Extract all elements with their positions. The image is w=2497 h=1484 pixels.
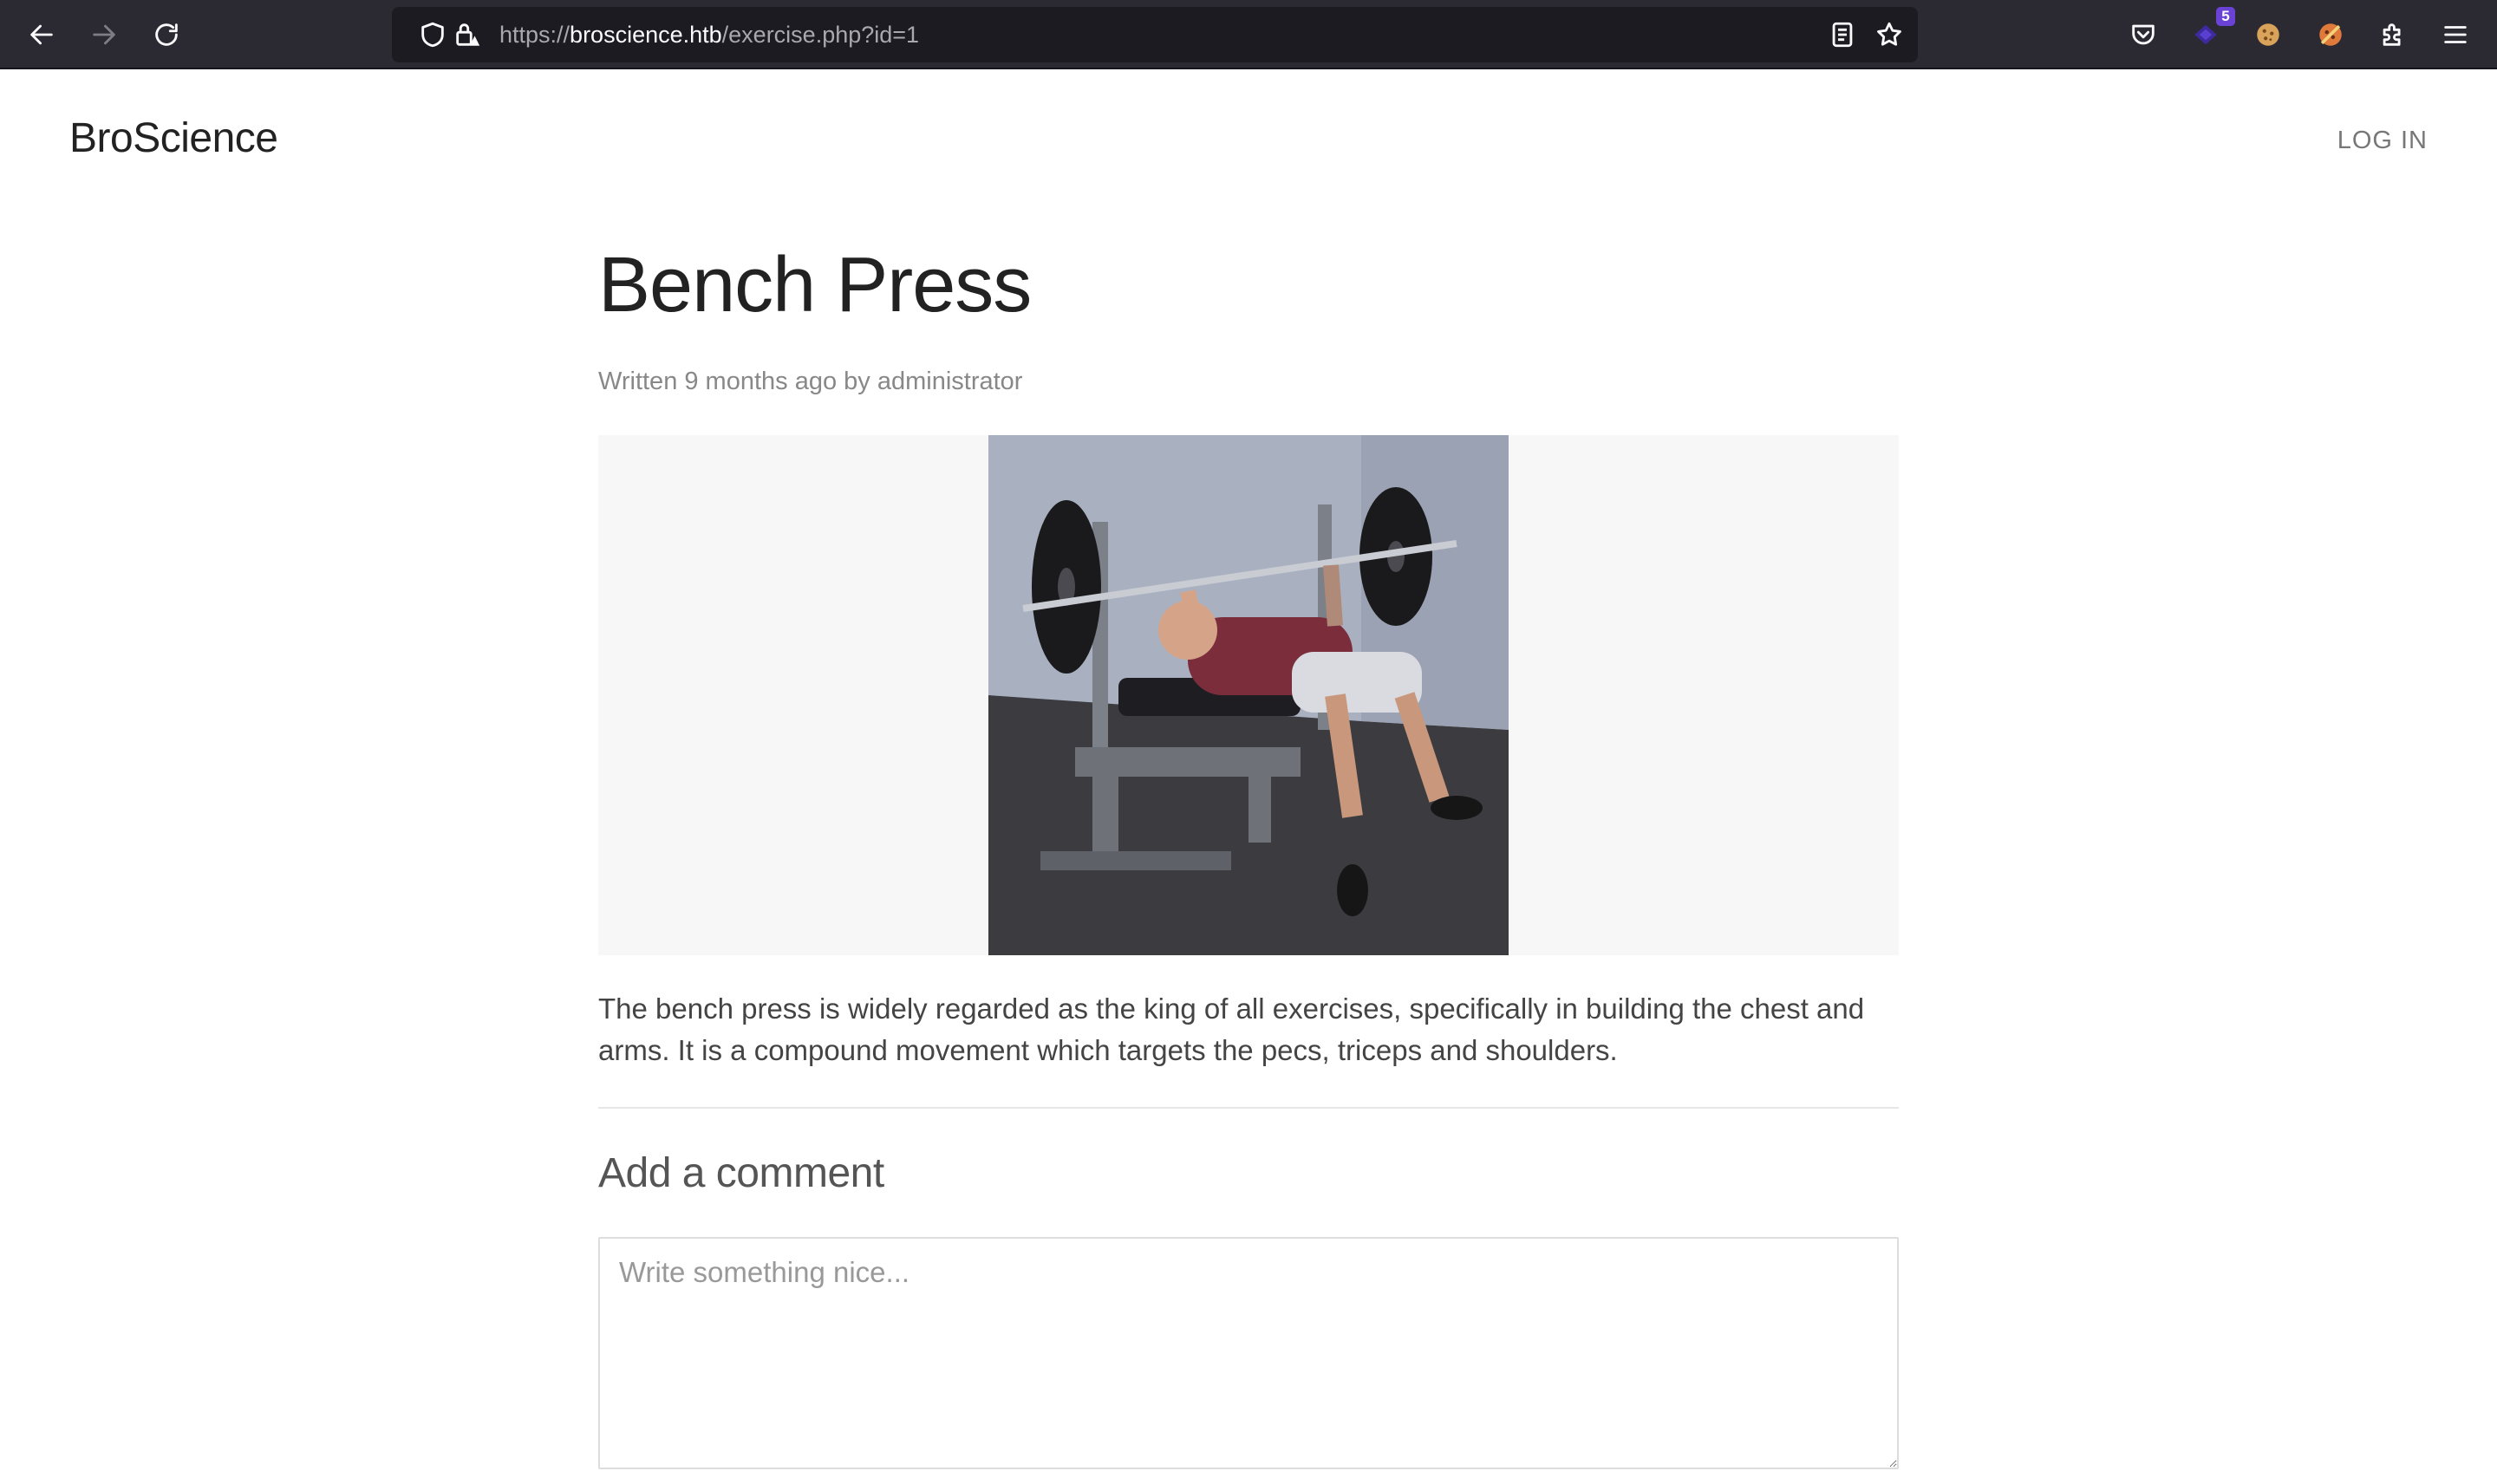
bench-press-photo [988, 435, 1509, 955]
login-link[interactable]: LOG IN [2337, 127, 2428, 155]
url-text[interactable]: https://broscience.htb/exercise.php?id=1 [499, 7, 919, 62]
comment-heading: Add a comment [598, 1150, 884, 1196]
page-title: Bench Press [598, 242, 1032, 329]
site-logo[interactable]: BroScience [69, 114, 278, 162]
reader-view-icon[interactable] [1828, 20, 1857, 49]
extension-icon[interactable]: 5 [2183, 7, 2235, 57]
star-icon[interactable] [1874, 20, 1904, 49]
cookie-icon[interactable] [2246, 12, 2291, 57]
extension-badge: 5 [2216, 7, 2235, 26]
section-divider [598, 1107, 1899, 1109]
extensions-puzzle-icon[interactable] [2370, 12, 2416, 57]
pocket-icon[interactable] [2121, 12, 2166, 57]
shield-icon[interactable] [418, 20, 447, 49]
back-arrow-icon[interactable] [19, 12, 64, 57]
url-scheme: https:// [499, 22, 570, 48]
menu-icon[interactable] [2433, 12, 2478, 57]
reload-icon[interactable] [144, 12, 189, 57]
comment-textarea[interactable] [598, 1237, 1899, 1469]
lock-warning-icon[interactable] [453, 20, 482, 49]
exercise-figure [598, 435, 1899, 955]
url-path: /exercise.php?id=1 [721, 22, 920, 48]
forward-arrow-icon[interactable] [81, 12, 127, 57]
cookie-editor-icon[interactable] [2308, 12, 2353, 57]
article-description: The bench press is widely regarded as th… [598, 993, 1865, 1066]
article-byline: Written 9 months ago by administrator [598, 368, 1023, 395]
browser-toolbar: https://broscience.htb/exercise.php?id=1… [0, 0, 2497, 69]
url-bar[interactable]: https://broscience.htb/exercise.php?id=1 [392, 7, 1918, 62]
url-host: broscience.htb [570, 22, 722, 48]
